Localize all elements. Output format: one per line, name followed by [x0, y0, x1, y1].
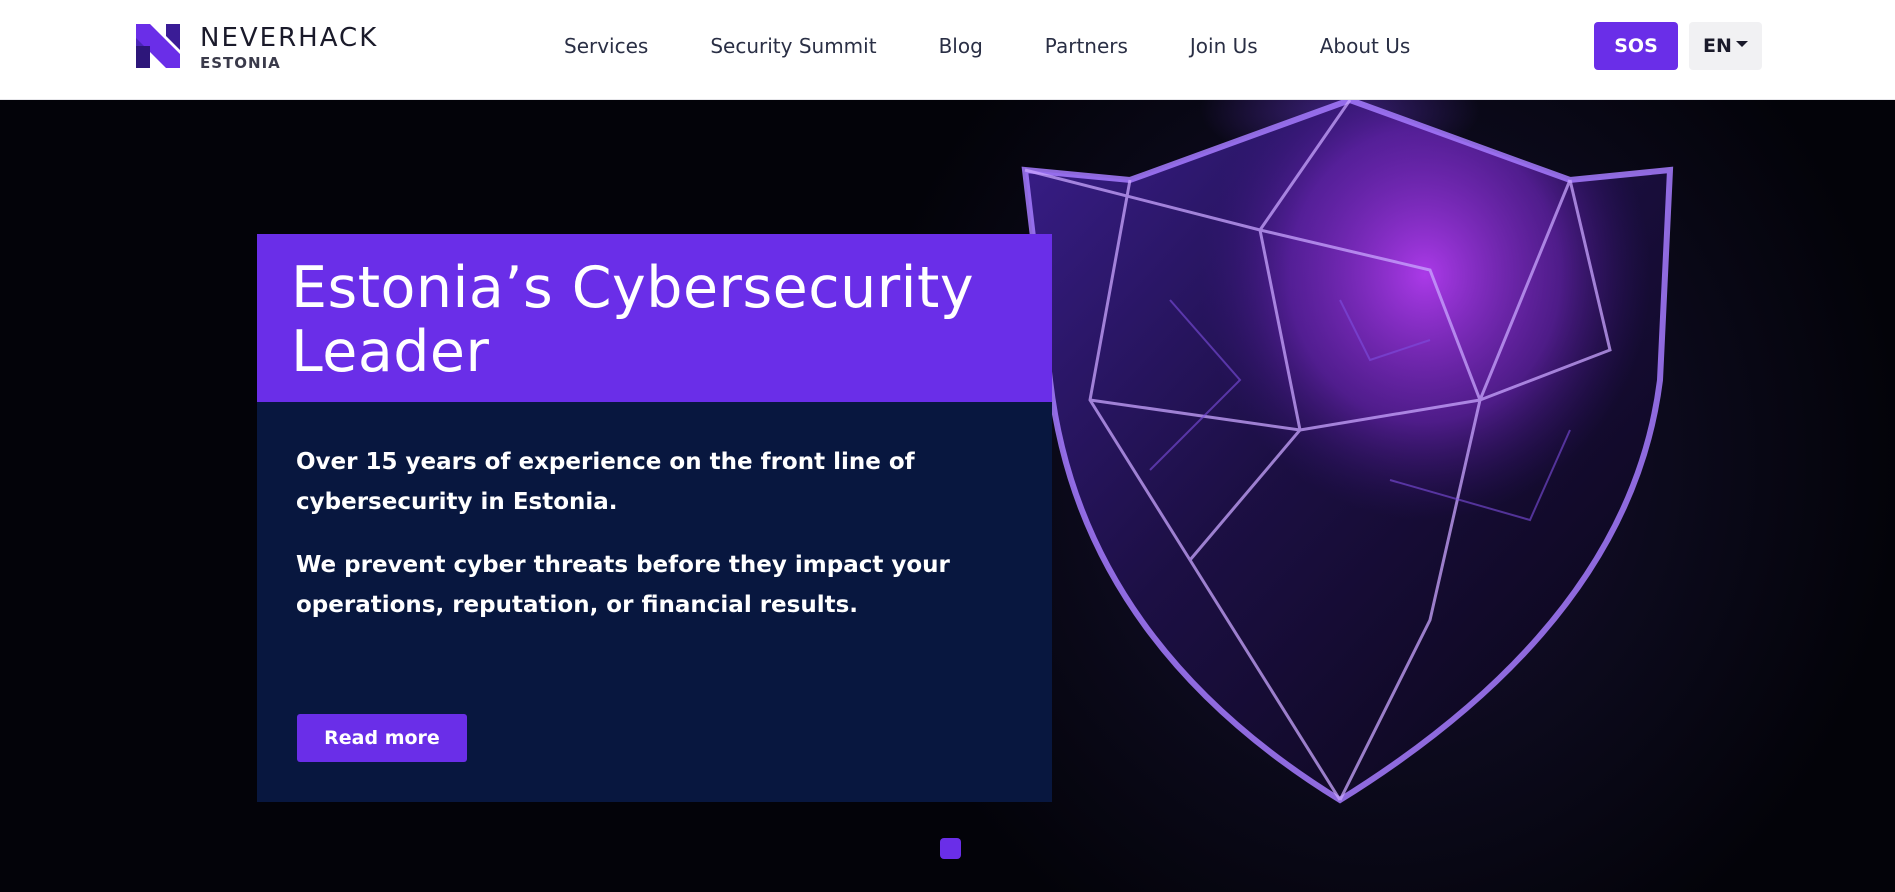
- hero-title: Estonia’s Cybersecurity Leader: [291, 255, 975, 385]
- hero-banner: Estonia’s Cybersecurity Leader Over 15 y…: [0, 100, 1895, 892]
- read-more-button[interactable]: Read more: [297, 714, 467, 762]
- caret-down-icon: [1735, 41, 1748, 47]
- brand-logo[interactable]: NEVERHACK ESTONIA: [136, 24, 378, 72]
- carousel-indicators: [940, 838, 961, 859]
- site-header: NEVERHACK ESTONIA Services Security Summ…: [0, 0, 1895, 100]
- brand-name: NEVERHACK: [200, 23, 379, 53]
- carousel-dot-active[interactable]: [940, 838, 961, 859]
- nav-services[interactable]: Services: [564, 34, 648, 58]
- nav-join-us[interactable]: Join Us: [1190, 34, 1258, 58]
- nav-about-us[interactable]: About Us: [1320, 34, 1411, 58]
- brand-country: ESTONIA: [200, 54, 281, 72]
- logo-text: NEVERHACK ESTONIA: [200, 24, 378, 72]
- main-nav: Services Security Summit Blog Partners J…: [564, 34, 1410, 58]
- hero-title-box: Estonia’s Cybersecurity Leader: [257, 234, 1052, 402]
- hero-paragraph-1: Over 15 years of experience on the front…: [296, 449, 915, 515]
- hero-paragraph-2: We prevent cyber threats before they imp…: [296, 552, 950, 618]
- sos-button[interactable]: SOS: [1594, 22, 1678, 70]
- language-selector[interactable]: EN: [1689, 22, 1762, 70]
- nav-security-summit[interactable]: Security Summit: [710, 34, 876, 58]
- nav-blog[interactable]: Blog: [939, 34, 983, 58]
- language-label: EN: [1703, 35, 1732, 57]
- nav-partners[interactable]: Partners: [1045, 34, 1128, 58]
- crystal-shield-icon: [1021, 100, 1674, 804]
- neverhack-n-logo-icon: [136, 24, 180, 68]
